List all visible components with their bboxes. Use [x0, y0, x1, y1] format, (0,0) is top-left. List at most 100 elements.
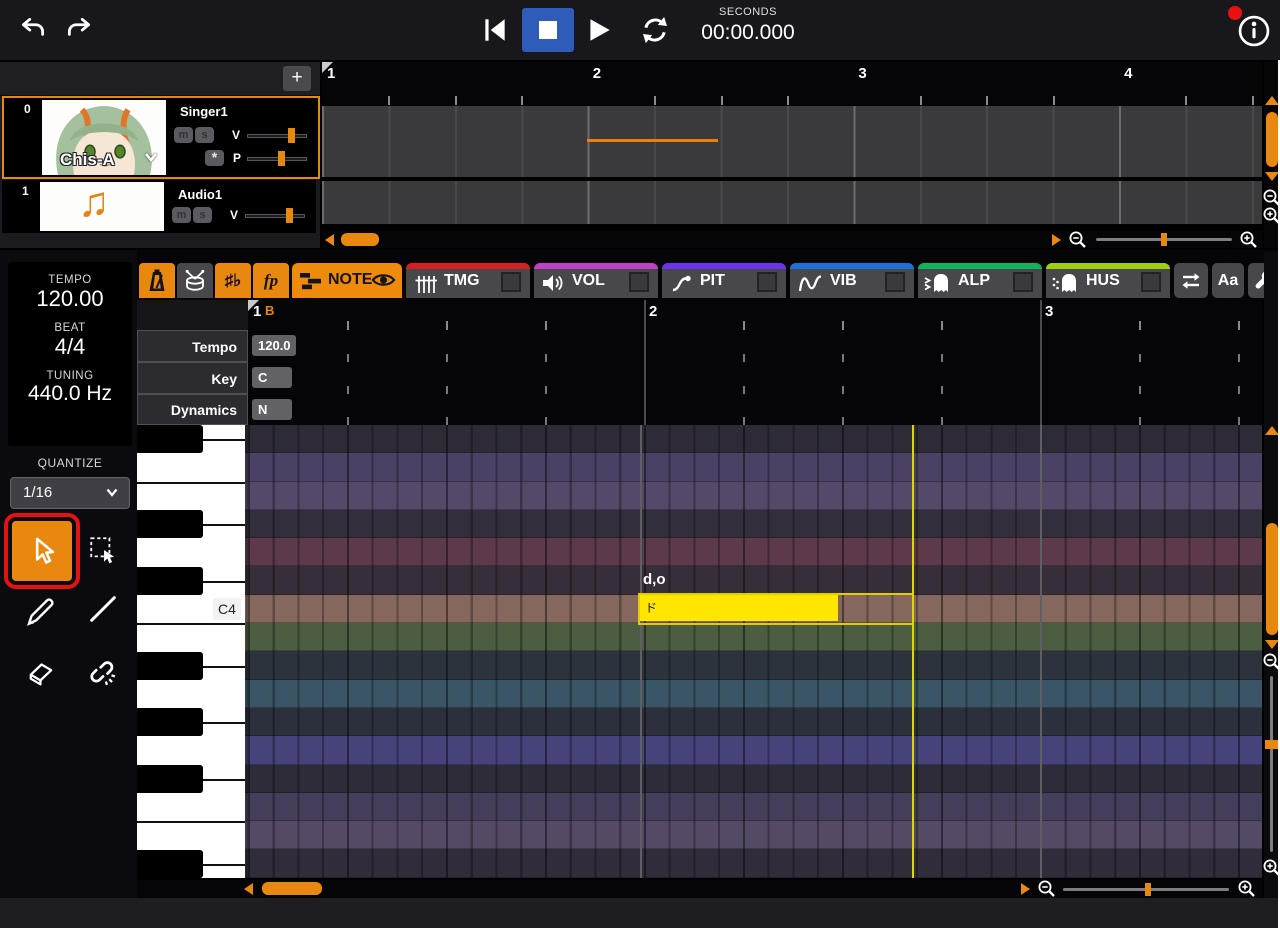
black-key[interactable] [137, 425, 203, 453]
tab-vol[interactable]: VOL [534, 263, 658, 298]
scroll-right-button[interactable] [1021, 883, 1030, 895]
pianoroll-h-scrollbar-thumb[interactable] [262, 882, 322, 895]
scroll-up-button[interactable] [1265, 426, 1279, 435]
skip-to-start-button[interactable] [476, 10, 514, 50]
dynamics-row[interactable]: N [248, 394, 1262, 426]
tab-alp[interactable]: ALP [918, 263, 1042, 298]
pianoroll-zoom-handle[interactable] [1145, 883, 1151, 896]
mute-button[interactable]: m [172, 207, 191, 223]
add-track-button[interactable]: + [283, 66, 311, 91]
tab-alp-checkbox[interactable] [1013, 272, 1033, 292]
pianoroll-v-scrollbar-thumb[interactable] [1266, 523, 1278, 635]
swap-editors-button[interactable] [1174, 263, 1208, 298]
line-tool-button[interactable] [80, 586, 126, 632]
info-button[interactable] [1236, 13, 1272, 49]
tab-note[interactable]: NOTE [292, 263, 402, 298]
track-row-singer[interactable]: 0 Chis-A Singer1 m s V * P [2, 96, 320, 179]
unlink-tool-button[interactable] [80, 650, 126, 696]
tab-tmg-label: TMG [444, 272, 480, 290]
beat-value[interactable]: 4/4 [8, 334, 132, 360]
tab-tmg[interactable]: TMG [406, 263, 530, 298]
pan-slider[interactable] [247, 157, 307, 161]
black-key[interactable] [137, 652, 203, 680]
audio-track-lane[interactable] [322, 181, 1262, 224]
piano-keyboard[interactable]: C4 [137, 425, 247, 878]
pianoroll-vzoom-handle[interactable] [1265, 740, 1278, 749]
black-key[interactable] [137, 567, 203, 595]
singer-avatar[interactable]: Chis-A [42, 100, 166, 175]
tempo-value[interactable]: 120.00 [8, 286, 132, 312]
zoom-in-icon[interactable] [1239, 230, 1259, 250]
voice-select-chevron-icon[interactable] [142, 148, 160, 166]
zoom-out-icon[interactable] [1037, 879, 1057, 899]
rect-select-tool-button[interactable] [80, 527, 126, 573]
note[interactable]: ド [640, 595, 838, 621]
solo-button[interactable]: s [195, 127, 214, 143]
beat-tick [842, 354, 844, 362]
solo-button[interactable]: s [193, 207, 212, 223]
beat-tick [1238, 417, 1240, 425]
tuning-value[interactable]: 440.0 Hz [8, 382, 132, 406]
piano-roll-grid[interactable]: d,o ド [245, 425, 1262, 878]
editor-ruler[interactable]: B 123 [248, 300, 1262, 330]
undo-button[interactable] [16, 12, 50, 46]
key-row[interactable]: C [248, 362, 1262, 395]
singer-track-lane[interactable] [322, 106, 1262, 177]
dynamics-toggle[interactable]: fp [253, 263, 289, 298]
black-key[interactable] [137, 510, 203, 538]
zoom-out-icon[interactable] [1068, 230, 1088, 250]
volume-slider[interactable] [247, 134, 307, 138]
time-unit-label: SECONDS [684, 6, 812, 18]
volume-slider-handle[interactable] [288, 128, 295, 143]
black-key[interactable] [137, 850, 203, 878]
note-lyric[interactable]: d,o [643, 571, 666, 588]
scroll-left-button[interactable] [325, 234, 334, 246]
black-key[interactable] [137, 708, 203, 736]
visibility-eye-icon[interactable] [371, 271, 396, 289]
redo-button[interactable] [62, 12, 96, 46]
drum-toggle[interactable] [177, 263, 213, 298]
audio-thumbnail[interactable] [40, 182, 164, 231]
track-row-audio[interactable]: 1 Audio1 m s V [2, 180, 316, 233]
loop-button[interactable] [636, 12, 674, 48]
quantize-select[interactable]: 1/16 [10, 477, 130, 509]
play-button[interactable] [580, 10, 618, 50]
tab-pit-checkbox[interactable] [757, 272, 777, 292]
tab-vib[interactable]: VIB [790, 263, 914, 298]
scroll-down-button[interactable] [1265, 640, 1279, 649]
arrange-v-scrollbar-thumb[interactable] [1266, 112, 1278, 167]
playhead[interactable] [912, 425, 914, 878]
scroll-left-button[interactable] [244, 883, 253, 895]
black-key[interactable] [137, 765, 203, 793]
scroll-right-button[interactable] [1052, 234, 1061, 246]
stop-button[interactable] [522, 8, 574, 52]
render-button[interactable]: * [205, 150, 224, 166]
metronome-toggle[interactable] [139, 263, 175, 298]
pianoroll-vzoom-slider[interactable] [1270, 676, 1273, 852]
arrange-h-scrollbar-thumb[interactable] [341, 233, 379, 246]
time-display[interactable]: SECONDS 00:00.000 [684, 6, 812, 45]
tab-vol-checkbox[interactable] [629, 272, 649, 292]
pan-slider-handle[interactable] [278, 151, 285, 166]
eraser-tool-button[interactable] [16, 648, 66, 698]
mute-button[interactable]: m [174, 127, 193, 143]
tab-vib-checkbox[interactable] [885, 272, 905, 292]
song-settings-panel[interactable]: TEMPO 120.00 BEAT 4/4 TUNING 440.0 Hz [8, 262, 132, 446]
tab-hus-checkbox[interactable] [1141, 272, 1161, 292]
beat-tick [347, 386, 349, 394]
lyrics-button[interactable]: Aa [1212, 263, 1244, 298]
tempo-row[interactable]: 120.0 [248, 330, 1262, 363]
tab-pit[interactable]: PIT [662, 263, 786, 298]
accidentals-toggle[interactable]: ♯♭ [215, 263, 251, 298]
singer-clip[interactable] [587, 139, 718, 142]
arrange-timeline-ruler[interactable]: 1234 [322, 62, 1262, 105]
pencil-tool-button[interactable] [16, 586, 66, 636]
zoom-in-icon[interactable] [1237, 879, 1257, 899]
tab-tmg-checkbox[interactable] [501, 272, 521, 292]
arrange-zoom-handle[interactable] [1161, 233, 1167, 246]
scroll-up-button[interactable] [1265, 96, 1279, 105]
scroll-down-button[interactable] [1265, 172, 1279, 181]
tab-hus[interactable]: HUS [1046, 263, 1170, 298]
volume-slider[interactable] [245, 214, 305, 218]
volume-slider-handle[interactable] [286, 208, 293, 223]
